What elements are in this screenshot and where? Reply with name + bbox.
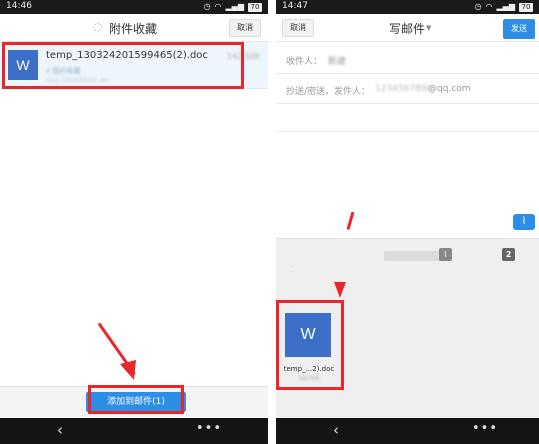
navigation-bar: ‹ ••• (276, 418, 539, 444)
cc-bcc-sender-label: 抄送/密送，发件人： (286, 87, 371, 97)
annotation-arrow-head (334, 282, 346, 298)
panel-dot: · (291, 269, 293, 276)
status-bar: 14:47 ◷ ◠ ▂▄▆ 70 (276, 0, 539, 14)
signal-icon: ▂▄▆ (496, 2, 515, 11)
navigation-bar: ‹ ••• (0, 418, 268, 444)
back-icon[interactable]: ‹ (333, 421, 339, 439)
sender-address-domain: @qq.com (428, 84, 471, 94)
sender-address-hidden: 1234567890 (375, 84, 433, 94)
status-icons: ◷ ◠ ▂▄▆ 70 (475, 1, 533, 13)
loading-spinner-icon: ◌ (93, 20, 103, 33)
title-bar: ◌ 附件收藏 取消 (0, 14, 268, 42)
status-bar: 14:46 ◷ ◠ ▂▄▆ 70 (0, 0, 268, 14)
attach-button[interactable]: ⌇ (513, 214, 535, 230)
back-icon[interactable]: ‹ (57, 421, 63, 439)
wifi-icon: ◠ (485, 2, 493, 11)
status-time: 14:46 (6, 1, 32, 11)
wifi-icon: ◠ (214, 2, 222, 11)
cancel-button[interactable]: 取消 (282, 19, 314, 37)
alarm-icon: ◷ (474, 2, 482, 11)
recipient-label: 收件人： (286, 57, 323, 67)
left-phone-screen: 14:46 ◷ ◠ ▂▄▆ 70 ◌ 附件收藏 取消 W temp_130324… (0, 0, 268, 444)
status-icons: ◷ ◠ ▂▄▆ 70 (204, 1, 262, 13)
mail-body-area[interactable] (276, 132, 539, 238)
title-bar: 取消 写邮件 ▼ 发送 (276, 14, 539, 42)
highlight-box-file (2, 42, 244, 89)
cc-bcc-sender-field[interactable]: 抄送/密送，发件人： 1234567890 @qq.com (276, 74, 539, 104)
subject-field[interactable] (276, 104, 539, 132)
screenshot-divider (268, 0, 276, 444)
menu-dots-icon[interactable]: ••• (472, 421, 498, 436)
attach-tool-icon[interactable]: ⌇ (439, 248, 452, 261)
alarm-icon: ◷ (203, 2, 211, 11)
annotation-arrow-head (120, 360, 136, 380)
highlight-box-add-button (88, 385, 184, 414)
status-time: 14:47 (282, 1, 308, 11)
panel-badge[interactable]: 2 (502, 248, 515, 261)
recipient-value: 新建 (328, 57, 347, 67)
page-title: 写邮件 (389, 22, 426, 36)
signal-icon: ▂▄▆ (225, 2, 244, 11)
recipient-field[interactable]: 收件人： 新建 (276, 44, 539, 74)
right-phone-screen: 14:47 ◷ ◠ ▂▄▆ 70 取消 写邮件 ▼ 发送 收件人： 新建 抄送/… (276, 0, 539, 444)
dropdown-caret-icon[interactable]: ▼ (426, 24, 431, 32)
battery-icon: 70 (519, 2, 533, 12)
panel-progress-bar (384, 251, 444, 261)
paperclip-icon: ⌇ (521, 216, 527, 227)
send-button[interactable]: 发送 (503, 19, 535, 39)
highlight-box-attachment (276, 300, 344, 390)
page-title: 附件收藏 (109, 22, 158, 36)
battery-icon: 70 (248, 2, 262, 12)
menu-dots-icon[interactable]: ••• (196, 421, 222, 436)
cancel-button[interactable]: 取消 (229, 19, 261, 37)
